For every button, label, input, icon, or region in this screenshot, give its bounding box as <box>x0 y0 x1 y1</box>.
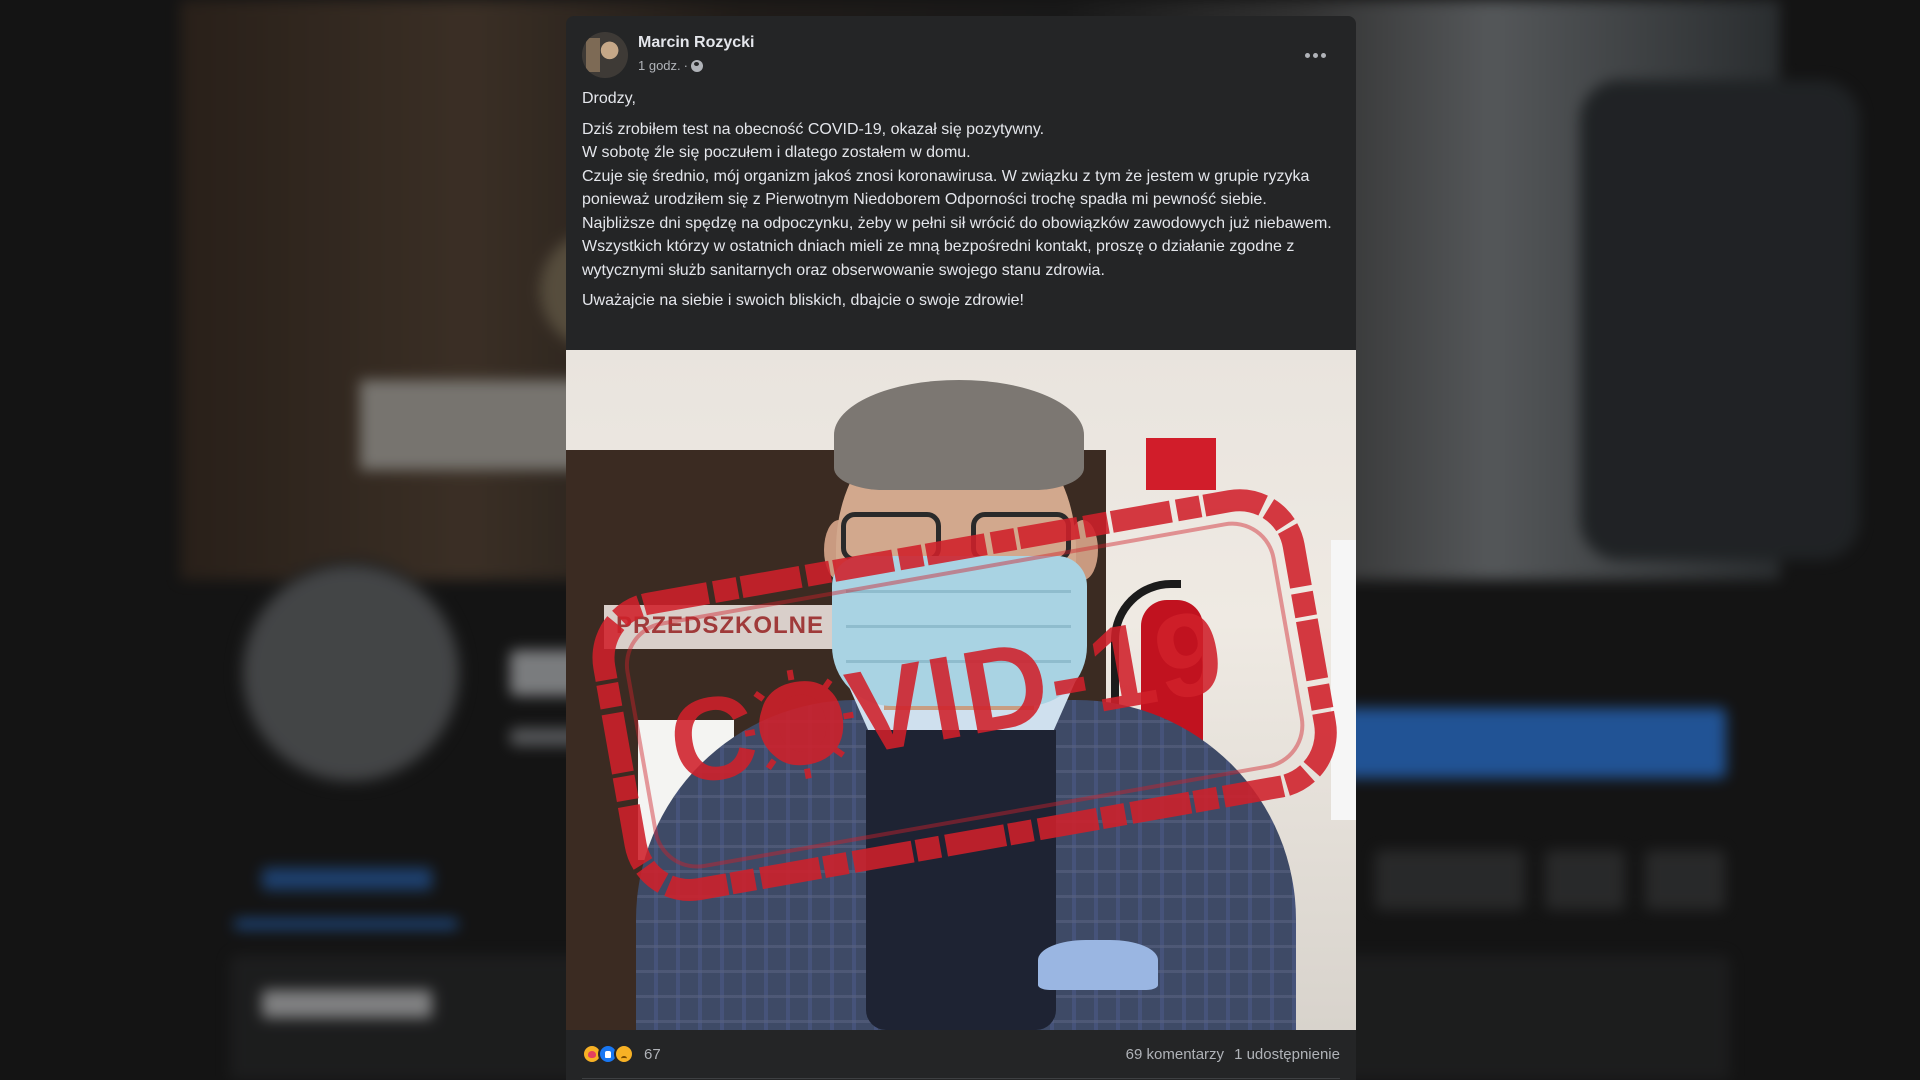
reaction-count[interactable]: 67 <box>644 1046 661 1063</box>
post-text: Drodzy, Dziś zrobiłem test na obecność C… <box>582 87 1342 320</box>
meta-separator: · <box>683 58 688 73</box>
reactions-summary[interactable]: 67 <box>582 1044 661 1064</box>
post-photo[interactable]: PRZEDSZKOLNE COVID-19 <box>566 350 1356 1030</box>
footer-divider <box>582 1078 1340 1079</box>
author-name[interactable]: Marcin Rozycki <box>638 34 754 52</box>
profile-info-title-placeholder <box>262 990 432 1018</box>
profile-active-tab-underline <box>235 920 457 928</box>
profile-picture <box>238 560 464 786</box>
post-stats: 69 komentarzy 1 udostępnienie <box>1126 1046 1340 1063</box>
facebook-post: Marcin Rozycki 1 godz. · Drodzy, Dziś zr… <box>566 16 1356 1080</box>
pocket-square <box>1038 940 1158 990</box>
profile-action-button <box>1375 850 1525 910</box>
globe-icon <box>691 59 703 72</box>
sad-reaction-icon <box>614 1044 634 1064</box>
exit-sign <box>1146 438 1216 490</box>
profile-primary-button <box>1340 708 1726 778</box>
comments-count[interactable]: 69 komentarzy <box>1126 1046 1224 1063</box>
profile-search-button <box>1545 850 1625 910</box>
author-avatar[interactable] <box>582 32 628 78</box>
post-paragraph: Dziś zrobiłem test na obecność COVID-19,… <box>582 120 1332 279</box>
post-time[interactable]: 1 godz. <box>638 58 681 73</box>
post-paragraph: Uważajcie na siebie i swoich bliskich, d… <box>582 292 1024 309</box>
profile-active-tab <box>262 868 432 890</box>
post-header: Marcin Rozycki 1 godz. · <box>582 30 1340 80</box>
post-meta: 1 godz. · <box>638 58 703 73</box>
post-paragraph: Drodzy, <box>582 90 636 107</box>
shares-count[interactable]: 1 udostępnienie <box>1234 1046 1340 1063</box>
more-options-icon[interactable] <box>1298 40 1332 70</box>
post-footer: 67 69 komentarzy 1 udostępnienie <box>566 1030 1356 1080</box>
photo-banner-text: PRZEDSZKOLNE <box>616 612 825 639</box>
profile-more-button <box>1645 850 1725 910</box>
person-hair <box>834 380 1084 490</box>
face-mask <box>832 556 1087 706</box>
